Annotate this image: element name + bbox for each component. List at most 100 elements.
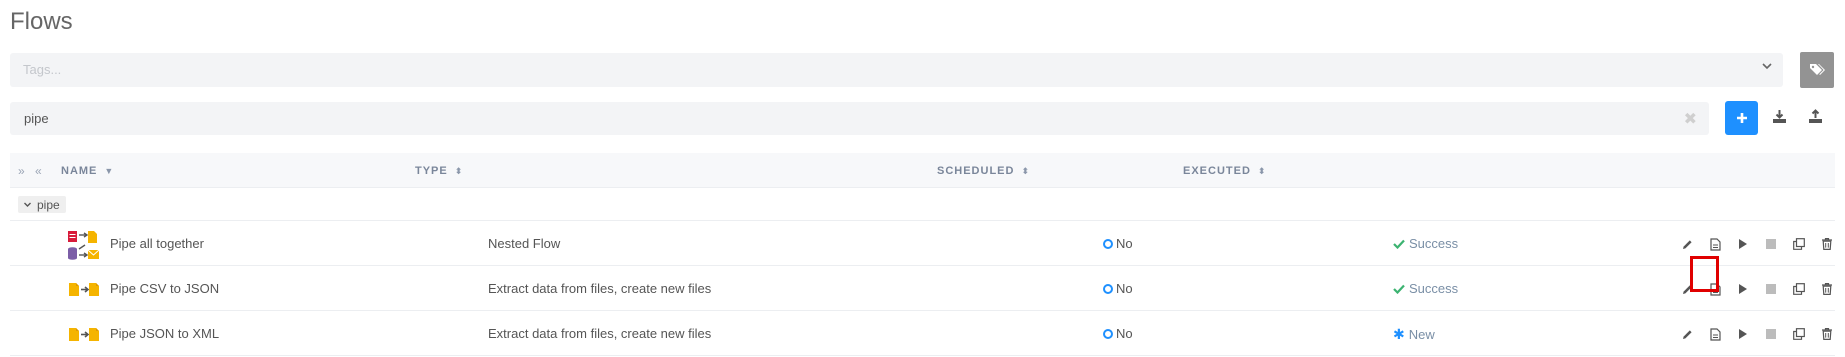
- asterisk-icon: ✱: [1393, 326, 1405, 342]
- executed-value: New: [1408, 327, 1435, 342]
- check-icon: [1393, 284, 1405, 294]
- file-transfer-icon: [69, 328, 99, 341]
- stop-icon: [1766, 284, 1776, 294]
- group-row: pipe: [10, 188, 1835, 221]
- group-toggle[interactable]: pipe: [18, 196, 66, 213]
- column-name-label: NAME: [61, 165, 98, 177]
- tags-button[interactable]: [1800, 52, 1834, 88]
- scheduled-status: No: [1103, 326, 1133, 341]
- edit-button[interactable]: [1673, 236, 1701, 252]
- stop-button[interactable]: [1757, 281, 1785, 297]
- copy-icon: [1793, 328, 1805, 340]
- pencil-icon: [1682, 329, 1692, 339]
- trash-icon: [1822, 238, 1832, 250]
- column-header-name[interactable]: NAME ▼: [61, 165, 114, 177]
- column-header-scheduled[interactable]: SCHEDULED ⬍: [937, 165, 1030, 177]
- group-label: pipe: [37, 197, 60, 212]
- chevron-down-icon: [24, 202, 31, 207]
- pencil-icon: [1682, 284, 1692, 294]
- run-button[interactable]: [1729, 236, 1757, 252]
- scheduled-status: No: [1103, 236, 1133, 251]
- collapse-all-icon[interactable]: «: [35, 164, 42, 178]
- flow-type: Nested Flow: [488, 236, 561, 251]
- document-icon: [1709, 327, 1721, 341]
- row-actions: [1673, 326, 1841, 342]
- tags-select[interactable]: Tags...: [10, 53, 1783, 87]
- run-button[interactable]: [1729, 281, 1757, 297]
- flows-table: » « NAME ▼ TYPE ⬍ SCHEDULED ⬍ EXECUTED ⬍…: [10, 153, 1835, 356]
- scheduled-status: No: [1103, 281, 1133, 296]
- add-flow-button[interactable]: [1725, 101, 1758, 135]
- flow-type: Extract data from files, create new file…: [488, 326, 712, 341]
- executed-value: Success: [1409, 281, 1459, 296]
- delete-button[interactable]: [1813, 326, 1841, 342]
- chevron-down-icon: [1762, 63, 1772, 70]
- column-type-label: TYPE: [415, 165, 448, 177]
- document-icon: [1709, 282, 1721, 296]
- column-header-executed[interactable]: EXECUTED ⬍: [1183, 165, 1266, 177]
- view-log-button[interactable]: [1701, 236, 1729, 252]
- tags-placeholder: Tags...: [23, 62, 62, 77]
- flow-type: Extract data from files, create new file…: [488, 281, 712, 296]
- search-field[interactable]: ✖: [10, 102, 1709, 135]
- executed-status: ✱ New: [1393, 326, 1435, 343]
- trash-icon: [1822, 328, 1832, 340]
- play-icon: [1739, 239, 1747, 249]
- copy-icon: [1793, 238, 1805, 250]
- sort-icon: ⬍: [1021, 165, 1030, 176]
- play-icon: [1739, 284, 1747, 294]
- edit-button[interactable]: [1673, 281, 1701, 297]
- pencil-icon: [1682, 239, 1692, 249]
- scheduled-value: No: [1116, 281, 1133, 296]
- column-header-type[interactable]: TYPE ⬍: [415, 165, 463, 177]
- circle-icon: [1103, 283, 1113, 294]
- plus-icon: [1736, 113, 1747, 123]
- stop-button[interactable]: [1757, 236, 1785, 252]
- view-log-button[interactable]: [1701, 281, 1729, 297]
- edit-button[interactable]: [1673, 326, 1701, 342]
- play-icon: [1739, 329, 1747, 339]
- sort-desc-icon: ▼: [104, 166, 115, 176]
- tag-icon: [1810, 64, 1825, 75]
- executed-status: Success: [1393, 281, 1458, 296]
- table-row[interactable]: Pipe CSV to JSON Extract data from files…: [10, 256, 1835, 311]
- duplicate-button[interactable]: [1785, 326, 1813, 342]
- duplicate-button[interactable]: [1785, 236, 1813, 252]
- check-icon: [1393, 239, 1405, 249]
- view-log-button[interactable]: [1701, 326, 1729, 342]
- sort-icon: ⬍: [1257, 165, 1267, 176]
- nested-flow-icon: [68, 231, 100, 260]
- scheduled-value: No: [1116, 236, 1133, 251]
- circle-icon: [1103, 328, 1113, 339]
- flow-name[interactable]: Pipe CSV to JSON: [110, 281, 219, 296]
- stop-button[interactable]: [1757, 326, 1785, 342]
- flow-name[interactable]: Pipe JSON to XML: [110, 326, 219, 341]
- scheduled-value: No: [1116, 326, 1133, 341]
- delete-button[interactable]: [1813, 236, 1841, 252]
- stop-icon: [1766, 329, 1776, 339]
- flow-name[interactable]: Pipe all together: [110, 236, 204, 251]
- stop-icon: [1766, 239, 1776, 249]
- row-actions: [1673, 236, 1841, 252]
- duplicate-button[interactable]: [1785, 281, 1813, 297]
- row-actions: [1673, 281, 1841, 297]
- file-transfer-icon: [69, 283, 99, 296]
- sort-icon: ⬍: [454, 165, 464, 176]
- circle-icon: [1103, 238, 1113, 249]
- clear-search-icon[interactable]: ✖: [1684, 109, 1697, 129]
- run-button[interactable]: [1729, 326, 1757, 342]
- executed-value: Success: [1409, 236, 1459, 251]
- page-title: Flows: [10, 8, 73, 35]
- table-header: » « NAME ▼ TYPE ⬍ SCHEDULED ⬍ EXECUTED ⬍: [10, 153, 1835, 188]
- executed-status: Success: [1393, 236, 1458, 251]
- download-icon[interactable]: [1772, 109, 1787, 124]
- table-row[interactable]: Pipe all together Nested Flow No Success: [10, 221, 1835, 266]
- document-icon: [1709, 237, 1721, 251]
- delete-button[interactable]: [1813, 281, 1841, 297]
- upload-icon[interactable]: [1808, 109, 1823, 124]
- search-input[interactable]: [10, 102, 1709, 135]
- expand-all-icon[interactable]: »: [18, 164, 25, 178]
- copy-icon: [1793, 283, 1805, 295]
- table-row[interactable]: Pipe JSON to XML Extract data from files…: [10, 311, 1835, 356]
- trash-icon: [1822, 283, 1832, 295]
